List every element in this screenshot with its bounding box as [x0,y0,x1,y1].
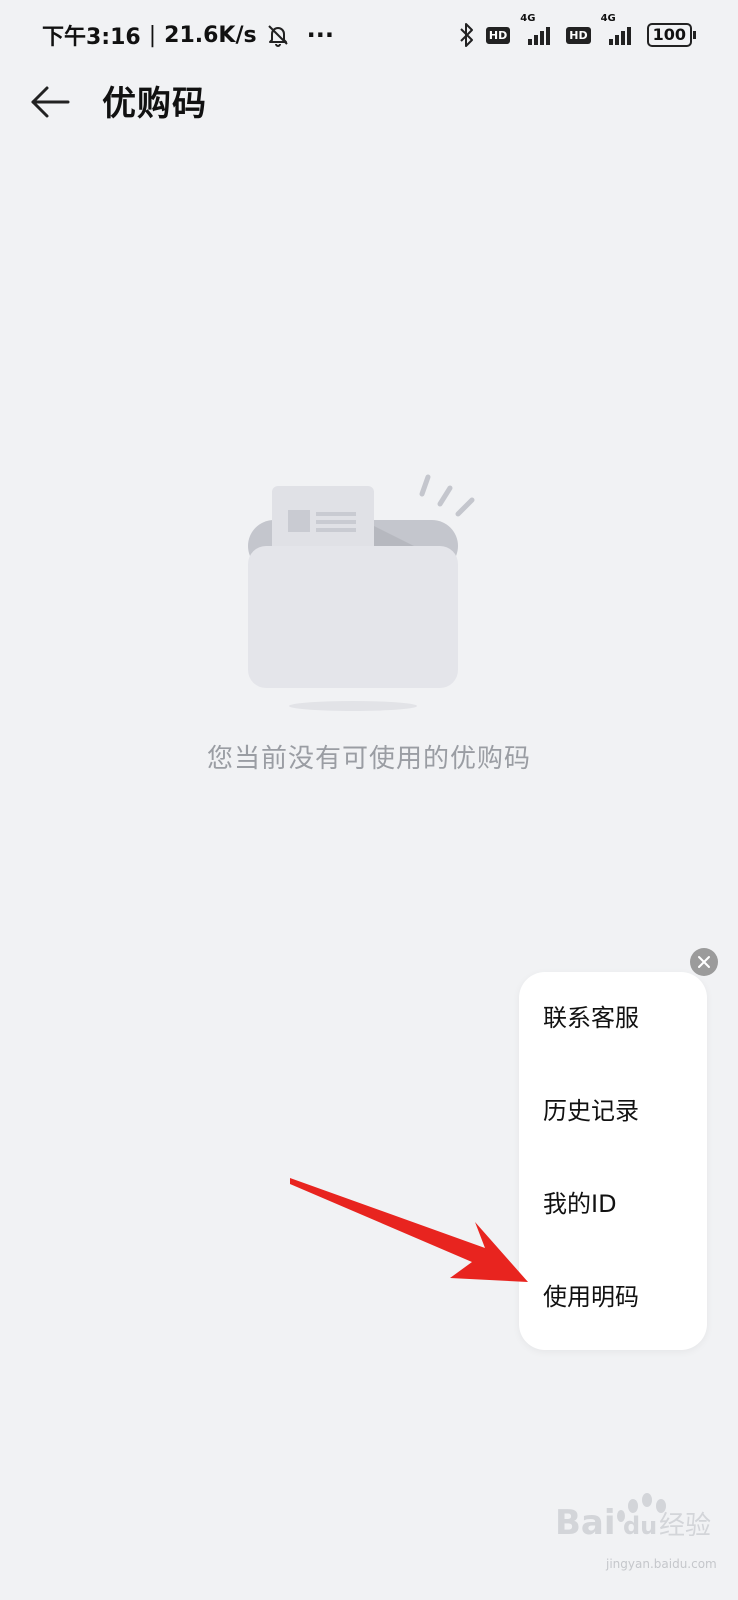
status-time: 下午3:16 [42,25,141,50]
status-right: HD 4G HD 4G 100 [458,13,696,48]
menu-item-use-plain-code[interactable]: 使用明码 [543,1275,693,1319]
signal-4g-icon: 4G [520,13,556,47]
back-arrow-icon [31,86,70,118]
signal-4g-icon-2: 4G [601,13,637,47]
baidu-jingyan-watermark: Bai du 经验 [555,1470,715,1550]
status-separator: | [148,22,157,48]
menu-item-my-id[interactable]: 我的ID [543,1182,693,1226]
network-type-label: 4G [520,13,536,24]
floating-menu: 联系客服 历史记录 我的ID 使用明码 [519,972,707,1350]
watermark-cn: 经验 [659,1511,711,1541]
page-title: 优购码 [102,84,207,124]
app-header: 优购码 [0,70,738,130]
hd-label-2: HD [566,26,591,44]
empty-envelope-illustration [240,470,490,720]
back-button[interactable] [26,78,74,126]
watermark-brand: Bai [555,1503,616,1543]
status-network-speed: 21.6K/s [164,22,257,48]
menu-item-contact-service[interactable]: 联系客服 [543,996,693,1040]
status-left: 下午3:16 | 21.6K/s ··· [42,19,334,51]
red-arrow-annotation [290,1170,530,1290]
watermark-url: jingyan.baidu.com [606,1557,717,1571]
battery-level: 100 [646,23,692,47]
battery-icon: 100 [646,23,696,47]
network-type-label-2: 4G [600,13,616,24]
menu-close-button[interactable] [690,948,718,976]
battery-tip [693,31,696,39]
hd-badge-icon: HD [485,26,511,44]
more-dots-icon[interactable]: ··· [307,21,334,49]
bluetooth-icon [458,22,476,48]
notifications-muted-icon [265,22,291,48]
empty-state-message: 您当前没有可使用的优购码 [206,744,531,774]
hd-badge-icon-2: HD [566,26,591,44]
status-bar: 下午3:16 | 21.6K/s ··· HD 4G HD 4G 100 [0,0,738,70]
menu-item-history[interactable]: 历史记录 [543,1089,693,1133]
watermark-brand-2: du [623,1512,657,1540]
hd-label: HD [485,26,511,44]
close-icon [698,956,710,968]
